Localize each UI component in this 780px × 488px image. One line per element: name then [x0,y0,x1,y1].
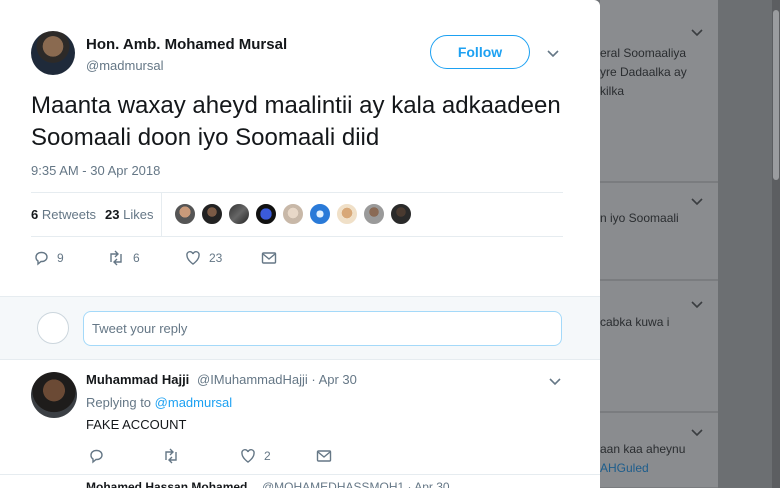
tweet-stats: 6 Retweets 23 Likes [31,192,563,237]
tweet-timestamp[interactable]: 9:35 AM - 30 Apr 2018 [31,163,160,178]
retweet-icon [110,250,122,266]
reply-count: 9 [57,251,64,265]
avatar[interactable] [31,372,77,418]
chevron-down-icon [690,425,704,439]
envelope-icon [261,252,277,264]
direct-message-action[interactable] [316,446,332,466]
liker-avatar[interactable] [282,203,304,225]
liker-avatar[interactable] [390,203,412,225]
reply-actions: 2 [86,446,346,466]
background-tweet-text: cabka kuwa i [600,315,670,329]
background-tweet-text: yre Dadaalka ay [600,65,687,79]
author-handle[interactable]: @madmursal [86,58,164,73]
background-tweet-text: aan kaa aheynu [600,442,686,456]
chevron-down-icon [690,297,704,311]
liker-avatar[interactable] [309,203,331,225]
replying-to-link[interactable]: @madmursal [155,395,233,410]
page-backdrop [718,0,780,488]
retweet-count: 6 [133,251,140,265]
reply-action[interactable] [88,446,104,466]
chevron-down-icon[interactable] [546,46,560,60]
like-count: 23 [209,251,223,265]
reply-tweet[interactable]: Muhammad Hajji @IMuhammadHajji · Apr 30 … [0,360,600,475]
tweet-actions: 9 6 23 [31,248,331,270]
replying-to: Replying to @madmursal [86,395,232,410]
avatar[interactable] [31,31,75,75]
background-tweet-link: AHGuled [600,461,649,475]
reply-text: FAKE ACCOUNT [86,417,187,432]
tweet-header: Hon. Amb. Mohamed Mursal @madmursal Foll… [31,31,571,81]
divider [161,193,162,237]
chevron-down-icon [690,25,704,39]
reply-icon [35,251,48,266]
reply-author-name[interactable]: Muhammad Hajji [86,372,189,387]
retweets-stat[interactable]: 6 Retweets [31,207,96,222]
retweets-count: 6 [31,207,39,222]
liker-avatar[interactable] [336,203,358,225]
background-tweet-text: kilka [600,84,625,98]
reply-composer: Tweet your reply [0,296,600,360]
replying-prefix: Replying to [86,395,152,410]
retweet-action[interactable] [162,446,180,466]
direct-message-action[interactable] [261,248,277,268]
tweet-modal: Hon. Amb. Mohamed Mursal @madmursal Foll… [0,0,600,488]
next-reply-author-name[interactable]: Mohamed Hassan Mohamed [86,480,247,488]
reply-icon [90,449,103,464]
next-reply-author-meta[interactable]: @MOHAMEDHASSMOH1 · Apr 30 [262,480,450,488]
avatar [37,312,69,344]
follow-button[interactable]: Follow [430,35,530,69]
retweets-label: Retweets [41,207,97,222]
tweet-text: Maanta waxay aheyd maalintii ay kala adk… [31,92,561,151]
like-action[interactable]: 2 [240,446,271,466]
like-action[interactable]: 23 [185,248,222,268]
envelope-icon [316,450,332,462]
scrollbar-thumb[interactable] [773,10,779,180]
likes-label: Likes [123,207,154,222]
liker-avatar[interactable] [201,203,223,225]
retweet-icon [165,448,177,464]
likes-count: 23 [105,207,120,222]
author-name[interactable]: Hon. Amb. Mohamed Mursal [86,36,287,53]
reply-action[interactable]: 9 [33,248,64,268]
next-reply-tweet[interactable]: Mohamed Hassan Mohamed @MOHAMEDHASSMOH1 … [0,476,600,488]
chevron-down-icon[interactable] [548,374,562,388]
liker-avatar[interactable] [228,203,250,225]
chevron-down-icon [690,194,704,208]
background-tweet-text: n iyo Soomaali [600,211,679,225]
heart-icon [241,448,255,463]
heart-icon [186,250,200,265]
retweet-action[interactable]: 6 [107,248,140,268]
liker-avatar[interactable] [174,203,196,225]
reply-author-meta[interactable]: @IMuhammadHajji · Apr 30 [197,372,357,387]
liker-avatar[interactable] [363,203,385,225]
reply-input[interactable]: Tweet your reply [83,311,562,346]
likes-stat[interactable]: 23 Likes [105,207,153,222]
background-tweet-text: eral Soomaaliya [600,46,687,60]
like-count: 2 [264,449,271,463]
liker-avatar[interactable] [255,203,277,225]
